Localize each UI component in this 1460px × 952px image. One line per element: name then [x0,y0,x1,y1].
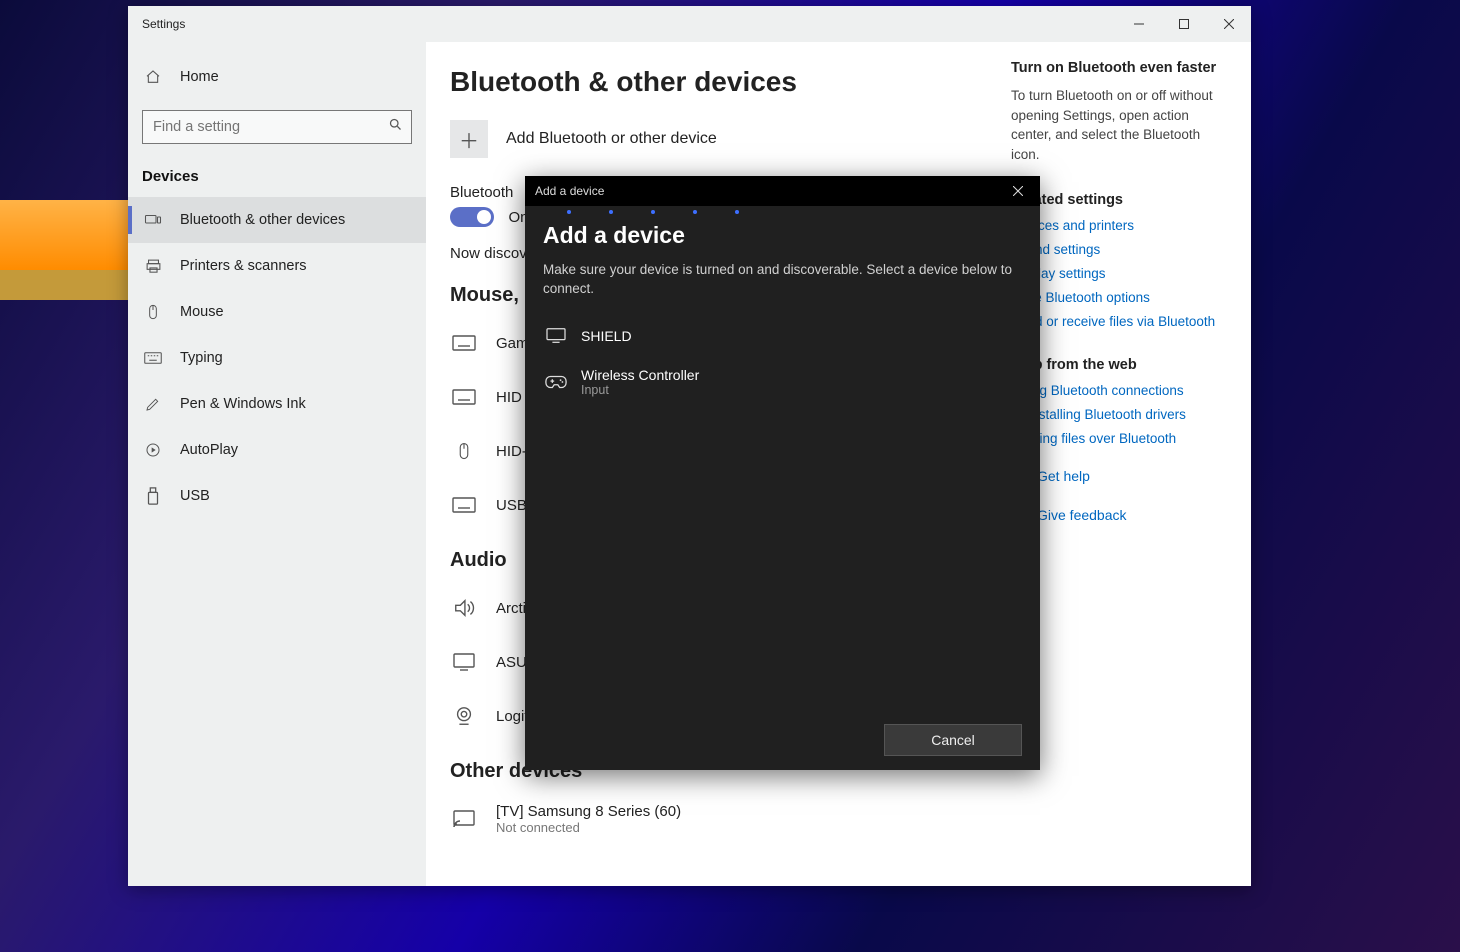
web-title: Help from the web [1011,357,1229,373]
device-name: [TV] Samsung 8 Series (60) [496,803,681,820]
keyboard-icon [450,329,478,357]
related-title: Related settings [1011,192,1229,208]
webcam-icon [450,702,478,730]
cast-icon [450,805,478,833]
found-device-shield[interactable]: SHIELD [543,315,1022,357]
monitor-icon [545,325,567,347]
pen-icon [144,395,162,413]
feedback-link[interactable]: Give feedback [1011,505,1229,524]
add-device-dialog: Add a device Add a device Make sure your… [525,176,1040,770]
device-row[interactable]: [TV] Samsung 8 Series (60) Not connected [450,795,1227,843]
nav-home[interactable]: Home [128,54,426,100]
cancel-label: Cancel [931,732,975,748]
link-more-bt[interactable]: More Bluetooth options [1011,290,1229,305]
desktop-bg-orange [0,200,130,270]
search-input-wrap[interactable] [142,110,412,144]
found-device-type: Input [581,383,699,397]
modal-title: Add a device [535,184,604,198]
minimize-button[interactable] [1116,6,1161,42]
found-device-name: Wireless Controller [581,367,699,383]
found-device-controller[interactable]: Wireless Controller Input [543,357,1022,407]
window-titlebar: Settings [128,6,1251,42]
get-help-label: Get help [1037,468,1090,484]
sidebar-item-usb[interactable]: USB [128,473,426,519]
get-help-link[interactable]: Get help [1011,466,1229,485]
sidebar-item-label: Typing [180,350,223,366]
sidebar-category: Devices [128,152,426,197]
link-devices-printers[interactable]: Devices and printers [1011,218,1229,233]
sidebar-item-printers[interactable]: Printers & scanners [128,243,426,289]
sidebar-item-label: Mouse [180,304,224,320]
modal-subtext: Make sure your device is turned on and d… [543,261,1022,299]
device-status: Not connected [496,820,681,835]
add-device-label: Add Bluetooth or other device [506,130,717,148]
printer-icon [144,257,162,275]
mouse-icon [450,437,478,465]
keyboard-icon [450,383,478,411]
sidebar-item-mouse[interactable]: Mouse [128,289,426,335]
close-button[interactable] [1206,6,1251,42]
window-title: Settings [142,17,185,31]
search-input[interactable] [151,118,388,136]
devices-icon [144,211,162,229]
link-send-receive[interactable]: Send or receive files via Bluetooth [1011,314,1229,329]
found-device-name: SHIELD [581,328,632,344]
keyboard-icon [144,349,162,367]
link-fix-bt[interactable]: Fixing Bluetooth connections [1011,383,1229,398]
sidebar-item-label: Pen & Windows Ink [180,396,306,412]
bluetooth-toggle[interactable] [450,207,494,227]
link-display-settings[interactable]: Display settings [1011,266,1229,281]
maximize-button[interactable] [1161,6,1206,42]
nav-home-label: Home [180,69,219,85]
link-reinstall-drivers[interactable]: Reinstalling Bluetooth drivers [1011,407,1229,422]
search-icon [388,117,403,137]
tip-title: Turn on Bluetooth even faster [1011,60,1229,76]
sidebar-item-label: USB [180,488,210,504]
sidebar-item-typing[interactable]: Typing [128,335,426,381]
desktop-bg-yellow [0,270,130,300]
plus-icon: ＋ [450,120,488,158]
sidebar-item-label: AutoPlay [180,442,238,458]
modal-close-button[interactable] [995,176,1040,206]
monitor-icon [450,648,478,676]
sidebar: Home Devices Bluetooth & other devices [128,42,426,886]
keyboard-icon [450,491,478,519]
right-pane: Turn on Bluetooth even faster To turn Bl… [1011,42,1251,524]
sidebar-item-autoplay[interactable]: AutoPlay [128,427,426,473]
modal-heading: Add a device [543,222,1022,249]
gamepad-icon [545,371,567,393]
modal-titlebar: Add a device [525,176,1040,206]
mouse-icon [144,303,162,321]
autoplay-icon [144,441,162,459]
sidebar-item-label: Printers & scanners [180,258,307,274]
feedback-label: Give feedback [1037,507,1127,523]
progress-dots [567,210,1022,214]
usb-icon [144,487,162,505]
cancel-button[interactable]: Cancel [884,724,1022,756]
sidebar-item-bluetooth[interactable]: Bluetooth & other devices [128,197,426,243]
tip-body: To turn Bluetooth on or off without open… [1011,86,1229,164]
link-sound-settings[interactable]: Sound settings [1011,242,1229,257]
home-icon [144,68,162,86]
speaker-icon [450,594,478,622]
sidebar-item-label: Bluetooth & other devices [180,212,345,228]
sidebar-item-pen[interactable]: Pen & Windows Ink [128,381,426,427]
link-share-files[interactable]: Sharing files over Bluetooth [1011,431,1229,446]
